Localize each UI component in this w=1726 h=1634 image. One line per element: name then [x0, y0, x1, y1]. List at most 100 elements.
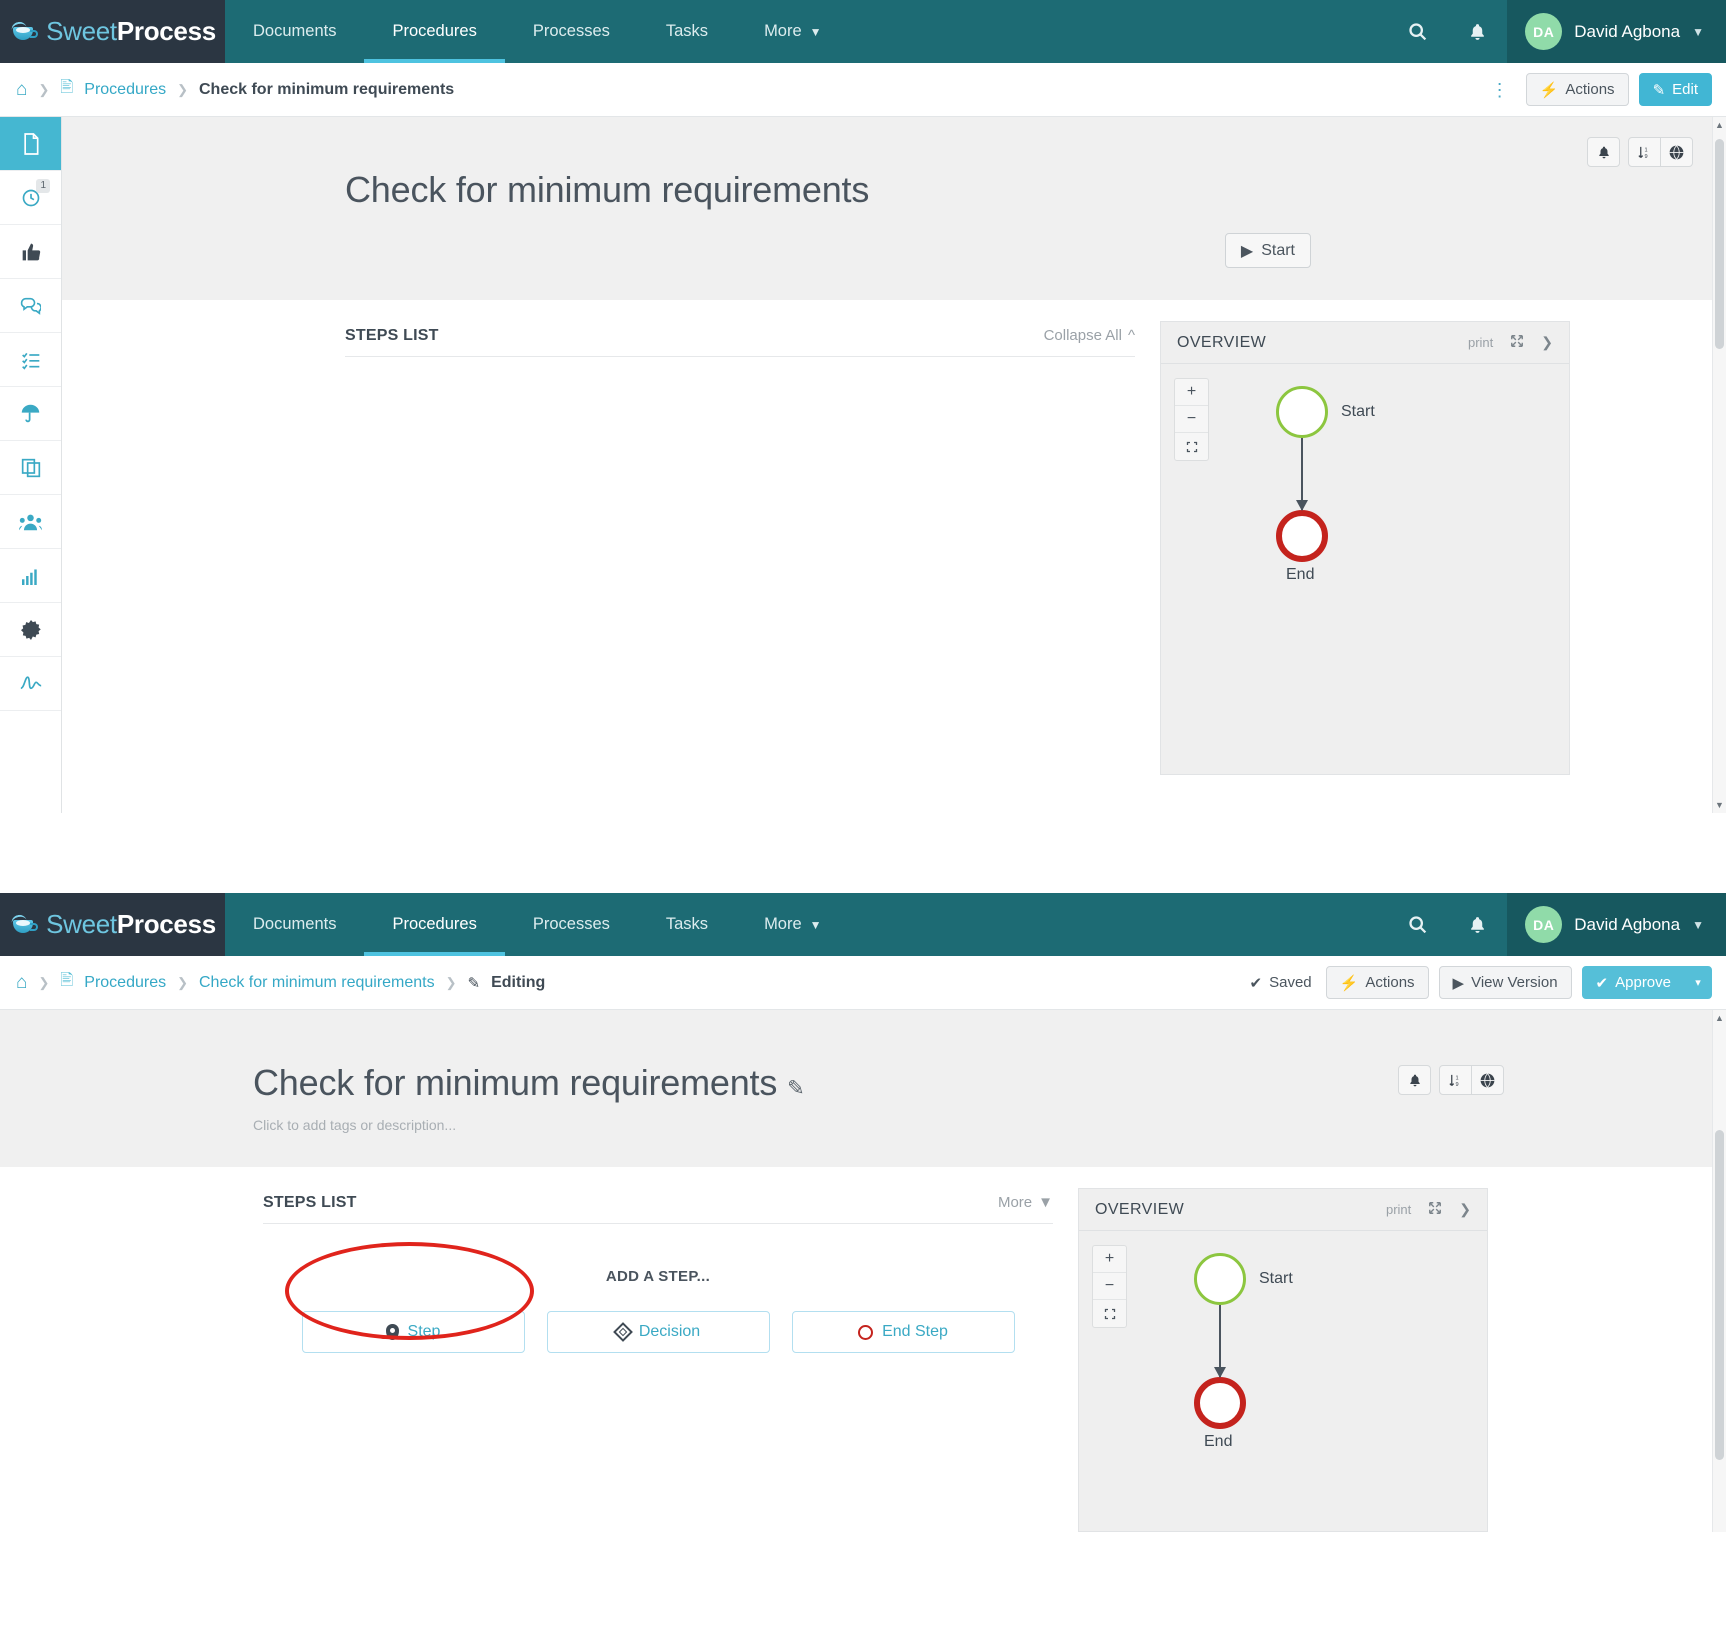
nav-item-documents[interactable]: Documents	[225, 0, 364, 63]
nav-item-processes[interactable]: Processes	[505, 893, 638, 956]
avatar: DA	[1525, 13, 1563, 50]
overview-canvas-edit[interactable]: + − Start End	[1079, 1231, 1487, 1531]
add-decision-button[interactable]: Decision	[546, 1311, 770, 1353]
breadcrumb-bar-edit: ⌂ ❯ 🖹 Procedures ❯ Check for minimum req…	[0, 956, 1726, 1010]
check-icon: ✔	[1249, 974, 1263, 992]
document-tools-view: 19	[1587, 137, 1693, 167]
search-icon[interactable]	[1387, 0, 1448, 63]
add-step-label: ADD A STEP...	[605, 1268, 711, 1285]
nav-item-more[interactable]: More ▼	[736, 893, 849, 956]
fit-screen-button[interactable]	[1175, 433, 1208, 460]
zoom-controls: + −	[1174, 378, 1209, 461]
vertical-scrollbar[interactable]: ▲ ▼	[1712, 117, 1726, 813]
chevron-right-icon[interactable]: ❯	[1541, 334, 1553, 351]
sidebar-item-documents[interactable]	[0, 117, 61, 171]
fit-screen-button[interactable]	[1093, 1300, 1126, 1327]
panel-bottom-gap	[62, 775, 1726, 813]
nav-item-processes[interactable]: Processes	[505, 0, 638, 63]
sidebar-item-signature[interactable]	[0, 657, 61, 711]
nav-item-tasks[interactable]: Tasks	[638, 893, 736, 956]
pencil-icon[interactable]: ✎	[787, 1077, 805, 1100]
sidebar-item-reports[interactable]	[0, 549, 61, 603]
user-menu[interactable]: DA David Agbona ▼	[1507, 0, 1726, 63]
bell-icon[interactable]	[1448, 893, 1507, 956]
more-button[interactable]: More ▼	[998, 1194, 1053, 1211]
tags-description-placeholder[interactable]: Click to add tags or description...	[0, 1117, 1726, 1133]
sidebar-item-settings[interactable]	[0, 603, 61, 657]
flow-start-node[interactable]	[1194, 1253, 1246, 1305]
steps-list-header-edit: STEPS LIST More ▼	[263, 1167, 1053, 1224]
flow-end-node[interactable]	[1276, 510, 1328, 562]
chevron-right-icon[interactable]: ❯	[1459, 1201, 1471, 1218]
edit-button[interactable]: ✎ Edit	[1638, 73, 1712, 106]
actions-button[interactable]: ⚡ Actions	[1525, 73, 1629, 106]
nav-item-documents[interactable]: Documents	[225, 893, 364, 956]
bolt-icon: ⚡	[1339, 974, 1359, 992]
scroll-up-arrow-icon[interactable]: ▲	[1713, 1013, 1726, 1023]
view-version-button[interactable]: ▶ View Version	[1438, 966, 1572, 999]
flow-end-node[interactable]	[1194, 1377, 1246, 1429]
brand-text: SweetProcess	[46, 16, 216, 47]
sidebar-item-checklist[interactable]	[0, 333, 61, 387]
search-icon[interactable]	[1387, 893, 1448, 956]
scroll-down-arrow-icon[interactable]: ▼	[1713, 800, 1726, 810]
nav-item-procedures[interactable]: Procedures	[364, 0, 506, 63]
flowchart-view: Start End	[1276, 386, 1375, 584]
nav-item-procedures[interactable]: Procedures	[364, 893, 506, 956]
scroll-up-arrow-icon[interactable]: ▲	[1713, 120, 1726, 130]
brand-process: Process	[116, 16, 216, 46]
notify-icon-button[interactable]	[1398, 1065, 1431, 1095]
zoom-out-button[interactable]: −	[1093, 1273, 1126, 1300]
breadcrumb-link-procedures[interactable]: Procedures	[84, 974, 166, 992]
print-button[interactable]: print	[1386, 1202, 1411, 1217]
nav-item-tasks[interactable]: Tasks	[638, 0, 736, 63]
document-tool-group-edit: 19	[1439, 1065, 1504, 1095]
brand-logo-edit[interactable]: SweetProcess	[0, 893, 225, 956]
expand-icon[interactable]	[1428, 1201, 1442, 1218]
zoom-out-button[interactable]: −	[1175, 406, 1208, 433]
sort-numeric-icon-button[interactable]: 19	[1439, 1065, 1472, 1095]
overview-canvas-view[interactable]: + − Start End	[1161, 364, 1569, 774]
add-end-step-button[interactable]: End Step	[791, 1311, 1015, 1353]
breadcrumb-separator: ❯	[38, 974, 50, 990]
expand-icon[interactable]	[1510, 334, 1524, 351]
user-menu-edit[interactable]: DA David Agbona ▼	[1507, 893, 1726, 956]
approve-button[interactable]: ✔ Approve	[1581, 966, 1685, 999]
add-step-button[interactable]: Step	[301, 1311, 525, 1353]
sort-numeric-icon-button[interactable]: 19	[1628, 137, 1661, 167]
breadcrumb-current: Check for minimum requirements	[199, 80, 455, 98]
scrollbar-thumb[interactable]	[1715, 1130, 1724, 1460]
overview-header-view: OVERVIEW print ❯	[1161, 322, 1569, 364]
notify-icon-button[interactable]	[1587, 137, 1620, 167]
sidebar-item-teams[interactable]	[0, 495, 61, 549]
start-button[interactable]: ▶ Start	[1224, 233, 1311, 268]
home-icon[interactable]: ⌂	[16, 79, 27, 101]
globe-icon-button[interactable]	[1471, 1065, 1504, 1095]
sidebar-item-comments[interactable]	[0, 279, 61, 333]
vertical-scrollbar-edit[interactable]: ▲	[1712, 1010, 1726, 1532]
brand-logo[interactable]: SweetProcess	[0, 0, 225, 63]
nav-item-more[interactable]: More ▼	[736, 0, 849, 63]
sidebar-item-approvals[interactable]	[0, 225, 61, 279]
sidebar-item-duplicate[interactable]	[0, 441, 61, 495]
home-icon[interactable]: ⌂	[16, 972, 27, 994]
actions-button[interactable]: ⚡ Actions	[1325, 966, 1429, 999]
breadcrumb-link-procedures[interactable]: Procedures	[84, 81, 166, 99]
bell-icon[interactable]	[1448, 0, 1507, 63]
print-button[interactable]: print	[1468, 335, 1493, 350]
breadcrumb-link-document[interactable]: Check for minimum requirements	[199, 974, 435, 992]
zoom-in-button[interactable]: +	[1175, 379, 1208, 406]
sidebar-item-history[interactable]: 1	[0, 171, 61, 225]
collapse-all-button[interactable]: Collapse All ^	[1044, 327, 1135, 344]
scrollbar-thumb[interactable]	[1715, 139, 1724, 349]
zoom-in-button[interactable]: +	[1093, 1246, 1126, 1273]
brand-text-edit: SweetProcess	[46, 909, 216, 940]
flow-start-node[interactable]	[1276, 386, 1328, 438]
chevron-down-icon: ▼	[1692, 917, 1704, 932]
sidebar-item-umbrella[interactable]	[0, 387, 61, 441]
kebab-menu-icon[interactable]: ⋮	[1485, 81, 1516, 99]
actions-button-label: Actions	[1565, 81, 1615, 98]
globe-icon-button[interactable]	[1660, 137, 1693, 167]
add-step-section: ADD A STEP... Step Decision End Step	[263, 1224, 1053, 1353]
approve-dropdown-toggle[interactable]: ▾	[1684, 966, 1712, 999]
